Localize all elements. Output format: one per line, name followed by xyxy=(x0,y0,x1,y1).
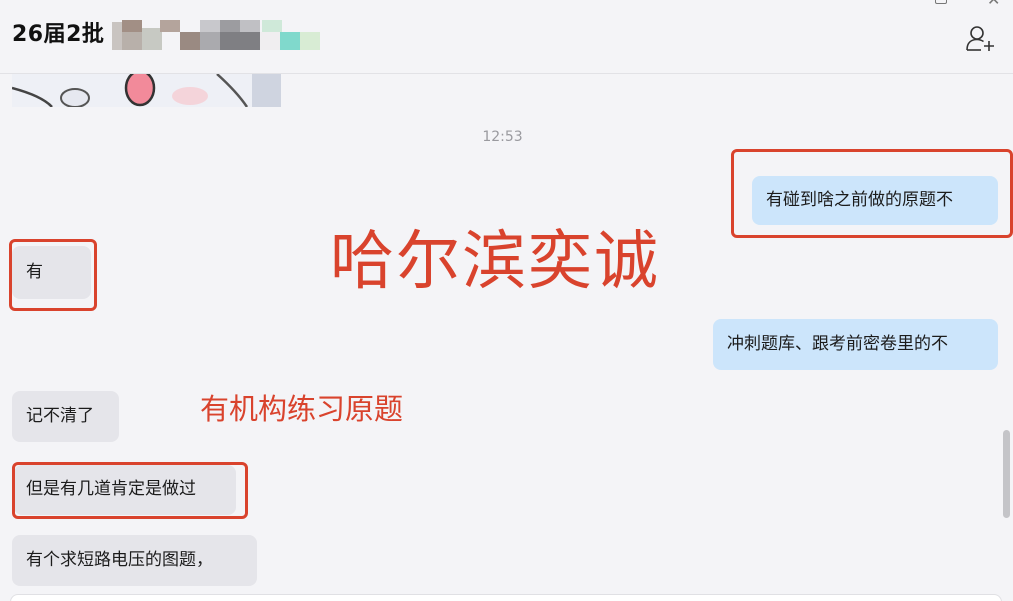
message-text: 记不清了 xyxy=(26,406,94,426)
annotation-overlay-text: 有机构练习原题 xyxy=(200,392,404,426)
message-text: 有个求短路电压的图题， xyxy=(26,550,213,570)
outgoing-message-bubble[interactable]: 冲刺题库、跟考前密卷里的不 xyxy=(713,319,998,370)
blurred-title-mosaic xyxy=(112,20,322,52)
highlight-box xyxy=(12,462,248,519)
highlight-box xyxy=(9,239,97,311)
message-input-box[interactable] xyxy=(10,594,1002,601)
chat-title: 26届2批 xyxy=(12,22,105,47)
chat-header: ✕ 26届2批 xyxy=(0,0,1013,74)
incoming-message-bubble[interactable]: 记不清了 xyxy=(12,391,119,442)
chat-window: ✕ 26届2批 xyxy=(0,0,1013,601)
add-user-icon[interactable] xyxy=(964,24,996,52)
sticker-image[interactable] xyxy=(12,74,281,107)
scrollbar-thumb[interactable] xyxy=(1003,430,1010,518)
watermark-overlay-text: 哈尔滨奕诚 xyxy=(330,225,660,299)
message-text: 冲刺题库、跟考前密卷里的不 xyxy=(727,334,948,354)
close-icon[interactable]: ✕ xyxy=(987,0,1000,8)
incoming-message-bubble[interactable]: 有个求短路电压的图题， xyxy=(12,535,257,586)
message-timestamp: 12:53 xyxy=(482,129,523,145)
minimize-icon[interactable] xyxy=(935,0,947,4)
highlight-box xyxy=(731,149,1013,238)
